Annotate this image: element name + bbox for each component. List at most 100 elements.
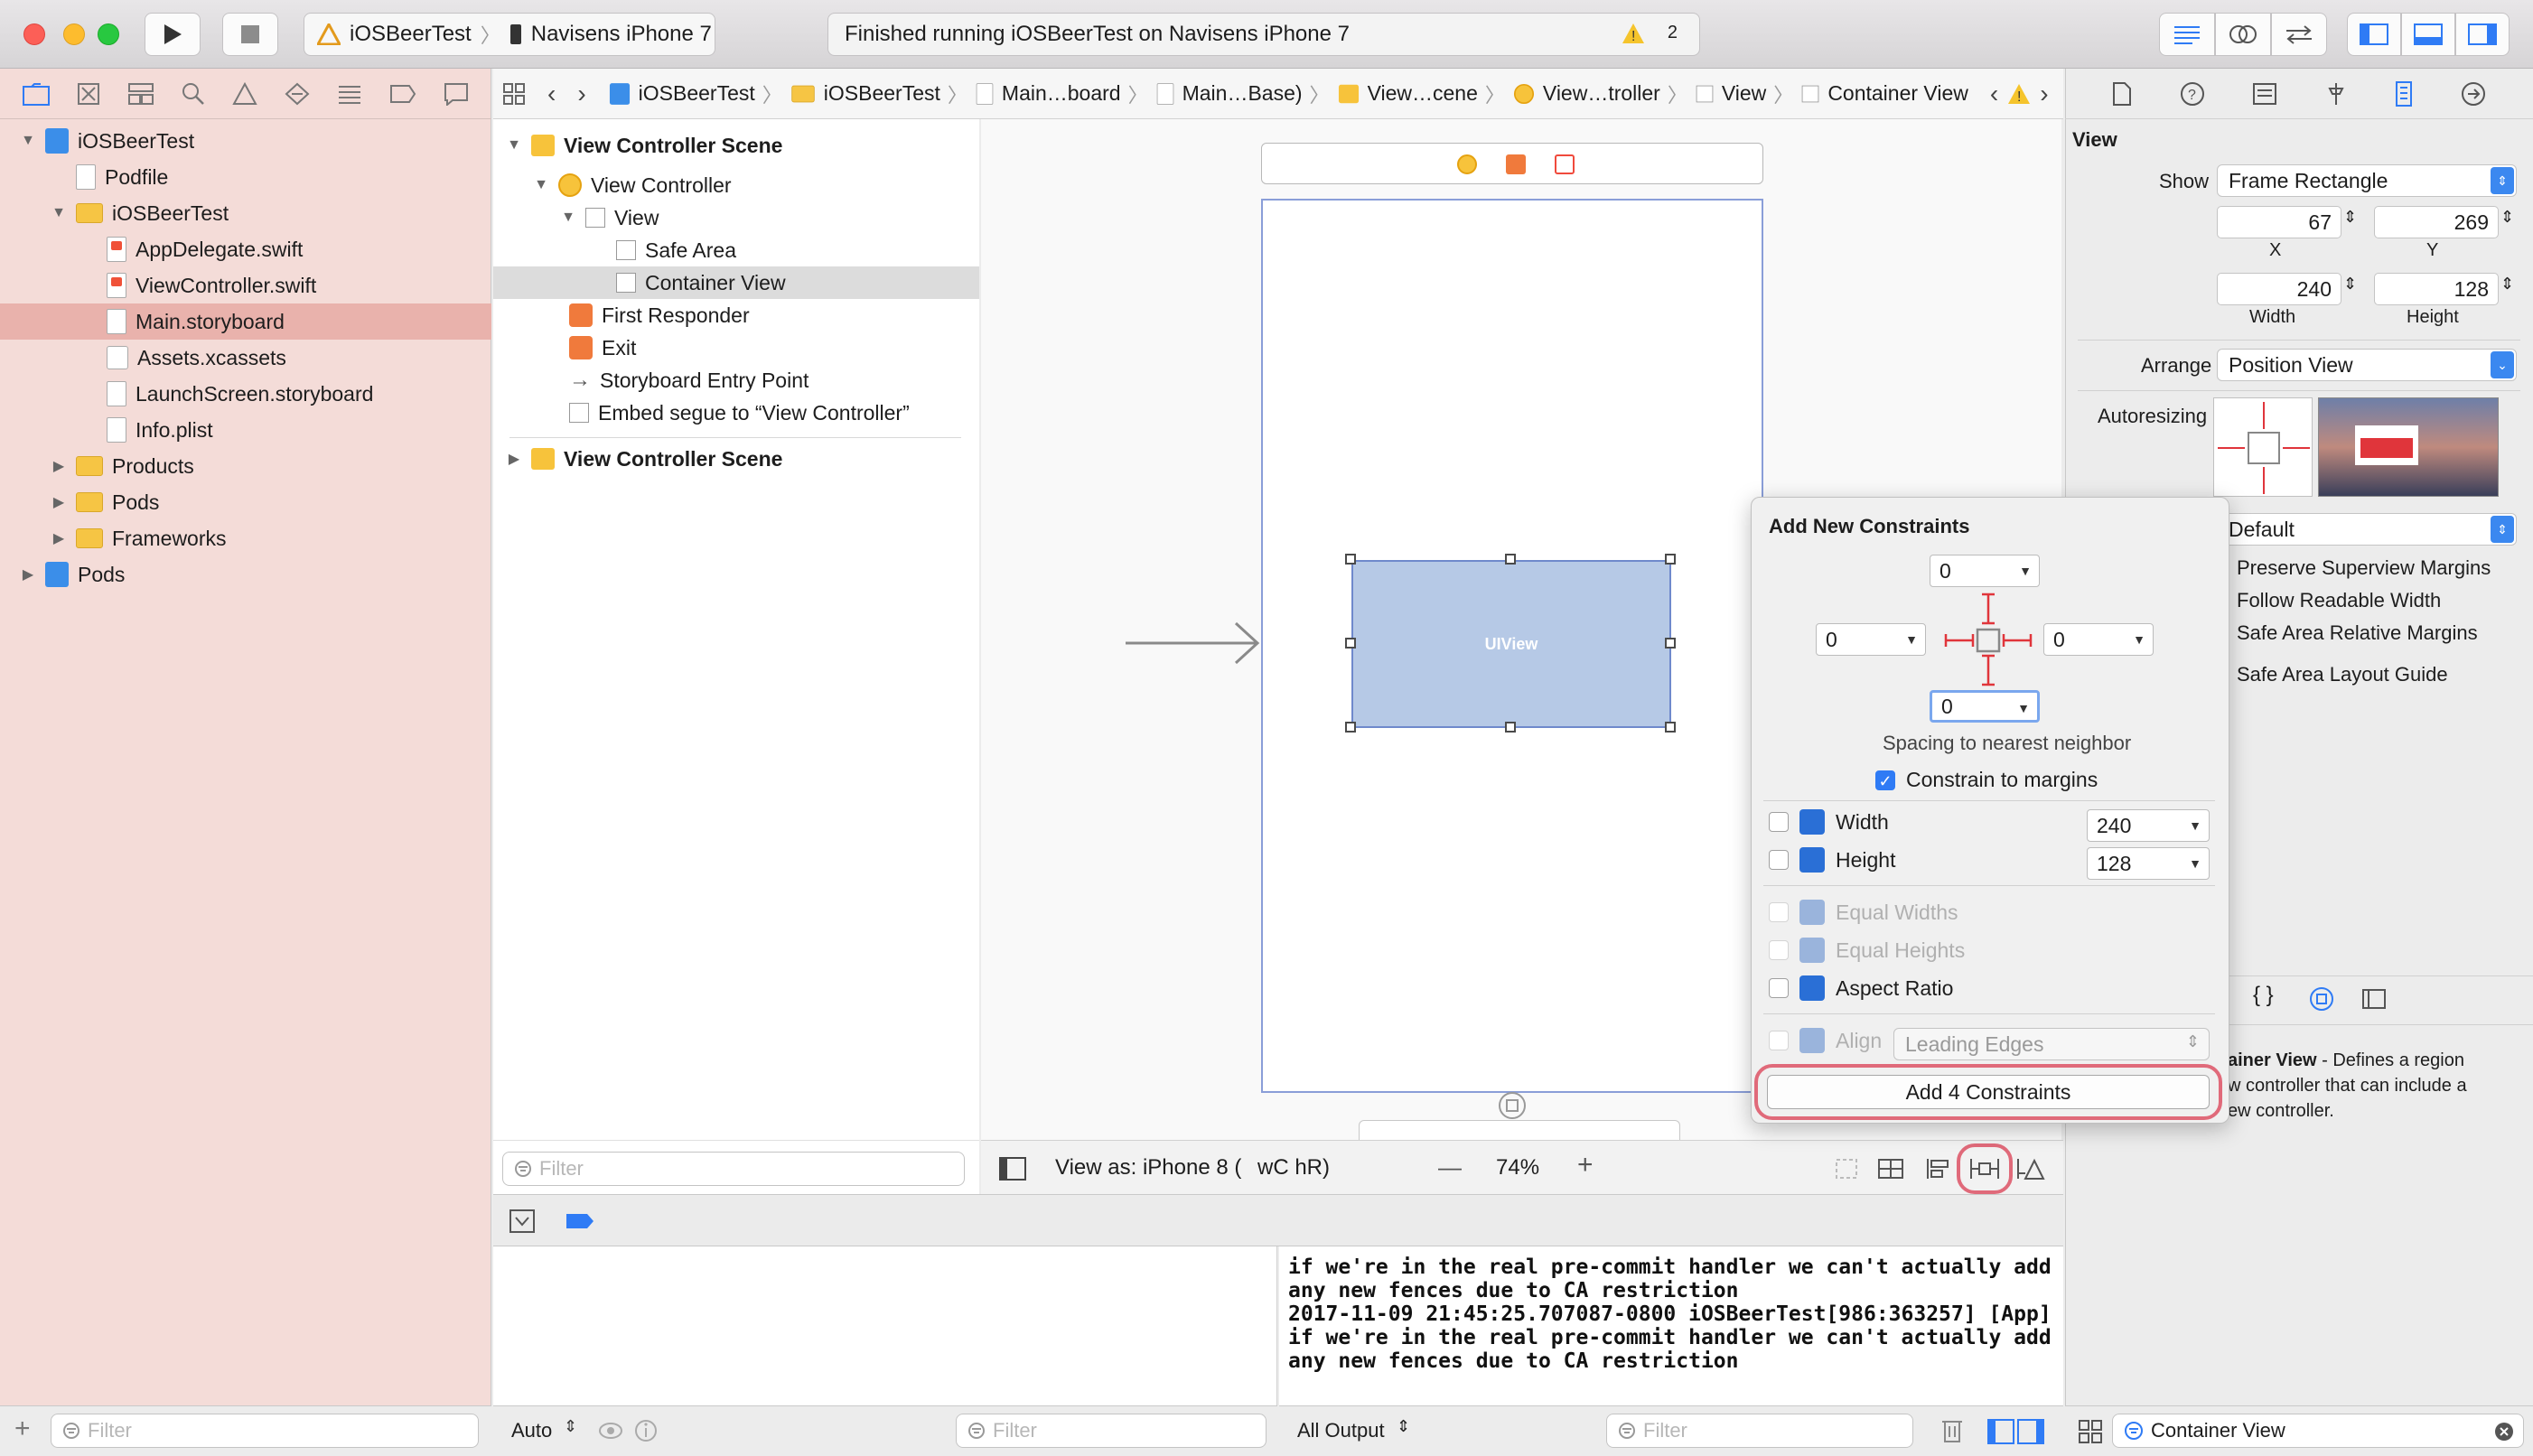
navigator-item[interactable]: ▶ Pods: [0, 556, 491, 593]
file-inspector-icon[interactable]: [2112, 81, 2132, 107]
disclosure-triangle-icon[interactable]: ▶: [506, 450, 522, 468]
disclosure-triangle-icon[interactable]: ▶: [51, 493, 67, 511]
align-icon[interactable]: [1924, 1157, 1951, 1181]
warning-icon[interactable]: !: [2007, 83, 2031, 105]
source-control-icon[interactable]: [77, 82, 100, 106]
width-field[interactable]: 240: [2217, 273, 2341, 305]
help-icon[interactable]: ?: [2180, 81, 2205, 107]
info-icon[interactable]: [634, 1419, 658, 1442]
inspector-option[interactable]: Preserve Superview Margins: [2237, 556, 2491, 580]
resize-handle[interactable]: [1505, 722, 1516, 733]
y-stepper-icon[interactable]: ⇕: [2500, 208, 2514, 227]
resize-handle[interactable]: [1345, 722, 1356, 733]
update-frames-icon[interactable]: [1834, 1157, 1859, 1181]
view-as-label[interactable]: View as: iPhone 8 (: [1055, 1155, 1241, 1181]
disclosure-triangle-icon[interactable]: ▼: [533, 177, 549, 193]
constrain-margins-checkbox[interactable]: ✓: [1875, 770, 1895, 790]
embed-segue-icon[interactable]: [1494, 1087, 1534, 1120]
outline-item[interactable]: ▶ View Controller Scene: [506, 443, 783, 475]
eye-icon[interactable]: [598, 1421, 623, 1441]
navigator-item[interactable]: ▶ Pods: [0, 484, 491, 520]
resolve-issues-icon[interactable]: [2016, 1155, 2049, 1182]
console-filter[interactable]: Filter: [1606, 1414, 1913, 1448]
search-icon[interactable]: [182, 82, 205, 106]
top-spacing-field[interactable]: 0 ▼: [1930, 555, 2040, 587]
navigator-item[interactable]: ▶ Frameworks: [0, 520, 491, 556]
connections-inspector-icon[interactable]: [2461, 81, 2486, 107]
navigator-item[interactable]: LaunchScreen.storyboard: [0, 376, 491, 412]
navigator-item[interactable]: ▼ iOSBeerTest: [0, 195, 491, 231]
breadcrumb-item[interactable]: Container View: [1800, 81, 1968, 106]
previous-issue-icon[interactable]: ‹: [1990, 79, 1998, 108]
folder-icon[interactable]: [23, 82, 50, 106]
disclosure-triangle-icon[interactable]: ▼: [560, 210, 576, 226]
toggle-navigator-button[interactable]: [2347, 13, 2401, 56]
exit-icon[interactable]: [1555, 154, 1575, 174]
breadcrumb-item[interactable]: iOSBeerTest: [608, 81, 755, 107]
hide-debug-area-icon[interactable]: [509, 1209, 535, 1233]
resize-handle[interactable]: [1345, 638, 1356, 649]
view-as-size-class[interactable]: wC hR): [1257, 1155, 1330, 1181]
outline-toggle-icon[interactable]: [999, 1157, 1026, 1181]
issue-navigator-icon[interactable]: [232, 81, 257, 106]
clear-search-icon[interactable]: [2494, 1422, 2514, 1442]
disclosure-triangle-icon[interactable]: ▶: [20, 565, 36, 583]
width-constraint-field[interactable]: 240 ▼: [2087, 809, 2210, 842]
outline-item[interactable]: → Storyboard Entry Point: [560, 364, 809, 397]
breadcrumb-item[interactable]: Main…board: [975, 81, 1121, 107]
x-stepper-icon[interactable]: ⇕: [2343, 208, 2357, 227]
width-checkbox[interactable]: [1769, 812, 1789, 832]
navigator-item[interactable]: Podfile: [0, 159, 491, 195]
resize-handle[interactable]: [1665, 722, 1676, 733]
scheme-selector[interactable]: iOSBeerTest 〉 Navisens iPhone 7: [304, 13, 715, 56]
height-constraint-field[interactable]: 128 ▼: [2087, 847, 2210, 880]
first-responder-icon[interactable]: [1506, 154, 1526, 174]
height-row[interactable]: Height: [1769, 847, 1895, 873]
zoom-out-button[interactable]: —: [1438, 1153, 1462, 1181]
outline-item[interactable]: Exit: [560, 331, 636, 364]
warning-icon[interactable]: !: [1622, 23, 1645, 44]
outline-item[interactable]: ▼ View Controller: [533, 169, 732, 201]
height-field[interactable]: 128: [2374, 273, 2499, 305]
dropdown-arrow-icon[interactable]: ▼: [2017, 701, 2030, 715]
autoresizing-mask-control[interactable]: [2213, 397, 2313, 497]
disclosure-triangle-icon[interactable]: ▼: [20, 133, 36, 149]
attributes-inspector-icon[interactable]: [2324, 81, 2348, 107]
report-navigator-icon[interactable]: [444, 82, 469, 106]
related-items-icon[interactable]: [502, 82, 526, 106]
dropdown-arrow-icon[interactable]: ▼: [2189, 856, 2201, 871]
minimize-window-button[interactable]: [63, 23, 85, 45]
breadcrumb-item[interactable]: iOSBeerTest: [790, 81, 940, 106]
height-stepper-icon[interactable]: ⇕: [2500, 275, 2514, 294]
dropdown-arrow-icon[interactable]: ▼: [2133, 632, 2145, 647]
breadcrumb-item[interactable]: View…cene: [1337, 81, 1478, 106]
debug-navigator-icon[interactable]: [337, 82, 362, 106]
entry-point-arrow-icon[interactable]: [1126, 620, 1263, 667]
standard-editor-button[interactable]: [2159, 13, 2215, 56]
x-field[interactable]: 67: [2217, 206, 2341, 238]
trailing-spacing-field[interactable]: 0 ▼: [2043, 623, 2154, 656]
close-window-button[interactable]: [23, 23, 45, 45]
breadcrumb-item[interactable]: Main…Base): [1155, 81, 1303, 107]
navigator-item[interactable]: ViewController.swift: [0, 267, 491, 303]
bottom-spacing-field[interactable]: 0 ▼: [1930, 690, 2040, 723]
view-controller-icon[interactable]: [1457, 154, 1477, 174]
identity-inspector-icon[interactable]: [2252, 82, 2277, 106]
outline-item[interactable]: ▼ View: [560, 201, 659, 234]
media-library-icon[interactable]: [2361, 988, 2387, 1010]
size-inspector-icon[interactable]: [2395, 80, 2413, 107]
object-library-icon[interactable]: [2309, 986, 2334, 1012]
aspect-ratio-row[interactable]: Aspect Ratio: [1769, 975, 1953, 1001]
width-stepper-icon[interactable]: ⇕: [2343, 275, 2357, 294]
navigator-item[interactable]: ▼ iOSBeerTest: [0, 123, 491, 159]
resize-handle[interactable]: [1345, 554, 1356, 565]
trash-icon[interactable]: [1940, 1417, 1964, 1444]
navigator-item[interactable]: Main.storyboard: [0, 303, 491, 340]
disclosure-triangle-icon[interactable]: ▼: [506, 137, 522, 154]
outline-item[interactable]: Embed segue to “View Controller”: [560, 397, 910, 429]
resize-handle[interactable]: [1665, 638, 1676, 649]
breakpoint-navigator-icon[interactable]: [389, 84, 416, 104]
height-checkbox[interactable]: [1769, 850, 1789, 870]
navigator-item[interactable]: Assets.xcassets: [0, 340, 491, 376]
breakpoints-toggle-icon[interactable]: [565, 1213, 594, 1229]
